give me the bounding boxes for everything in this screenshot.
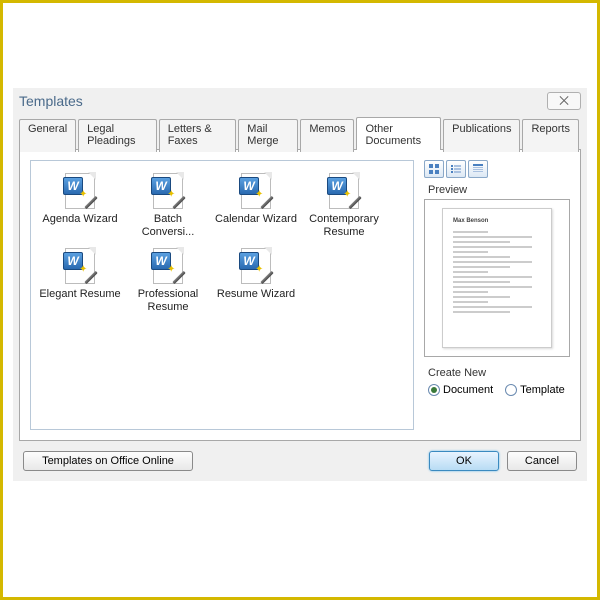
preview-box: Max Benson [424,199,570,357]
templates-online-button[interactable]: Templates on Office Online [23,451,193,471]
tab-panel: W Agenda Wizard W Batch Conversi... W Ca… [19,149,581,441]
dialog-title: Templates [19,93,83,109]
template-professional-resume[interactable]: W Professional Resume [125,246,211,315]
large-icons-icon [428,163,440,175]
tab-letters-faxes[interactable]: Letters & Faxes [159,119,237,152]
templates-dialog: Templates ⨉ General Legal Pleadings Lett… [13,88,587,481]
word-wizard-icon: W [237,248,275,286]
create-new-label: Create New [428,367,570,379]
view-details-button[interactable] [468,160,488,178]
word-wizard-icon: W [61,173,99,211]
radio-label: Document [443,384,493,396]
tab-memos[interactable]: Memos [300,119,354,152]
word-wizard-icon: W [149,173,187,211]
create-new-group: Create New Document Template [424,365,570,398]
tab-general[interactable]: General [19,119,76,152]
list-icon [450,163,462,175]
template-label: Professional Resume [127,288,209,313]
tab-mail-merge[interactable]: Mail Merge [238,119,298,152]
tab-strip: General Legal Pleadings Letters & Faxes … [13,117,587,150]
template-label: Elegant Resume [39,288,120,301]
ok-button[interactable]: OK [429,451,499,471]
close-icon: ⨉ [559,94,569,109]
right-pane: Preview Max Benson [424,150,580,440]
dialog-footer: Templates on Office Online OK Cancel [13,441,587,481]
radio-document[interactable]: Document [428,384,493,396]
template-label: Contemporary Resume [303,213,385,238]
view-buttons [424,160,570,178]
word-wizard-icon: W [149,248,187,286]
radio-label: Template [520,384,565,396]
tab-other-documents[interactable]: Other Documents [356,117,441,150]
radio-icon [505,384,517,396]
close-button[interactable]: ⨉ [547,92,581,110]
template-label: Resume Wizard [217,288,295,301]
titlebar: Templates ⨉ [13,88,587,116]
template-label: Agenda Wizard [42,213,117,226]
preview-name: Max Benson [453,217,541,227]
create-new-radios: Document Template [424,382,570,398]
tab-reports[interactable]: Reports [522,119,579,152]
template-batch-conversion[interactable]: W Batch Conversi... [125,171,211,240]
preview-page: Max Benson [442,208,552,348]
template-elegant-resume[interactable]: W Elegant Resume [37,246,123,315]
word-wizard-icon: W [237,173,275,211]
preview-label: Preview [428,184,570,196]
word-wizard-icon: W [61,248,99,286]
icon-grid: W Agenda Wizard W Batch Conversi... W Ca… [37,171,407,316]
view-list-button[interactable] [446,160,466,178]
template-list: W Agenda Wizard W Batch Conversi... W Ca… [30,160,414,430]
template-resume-wizard[interactable]: W Resume Wizard [213,246,299,315]
word-wizard-icon: W [325,173,363,211]
tab-legal-pleadings[interactable]: Legal Pleadings [78,119,157,152]
template-agenda-wizard[interactable]: W Agenda Wizard [37,171,123,240]
template-label: Calendar Wizard [215,213,297,226]
radio-template[interactable]: Template [505,384,565,396]
cancel-button[interactable]: Cancel [507,451,577,471]
radio-icon [428,384,440,396]
details-icon [472,163,484,175]
template-contemporary-resume[interactable]: W Contemporary Resume [301,171,387,240]
template-calendar-wizard[interactable]: W Calendar Wizard [213,171,299,240]
tab-publications[interactable]: Publications [443,119,520,152]
template-label: Batch Conversi... [127,213,209,238]
view-large-icons-button[interactable] [424,160,444,178]
